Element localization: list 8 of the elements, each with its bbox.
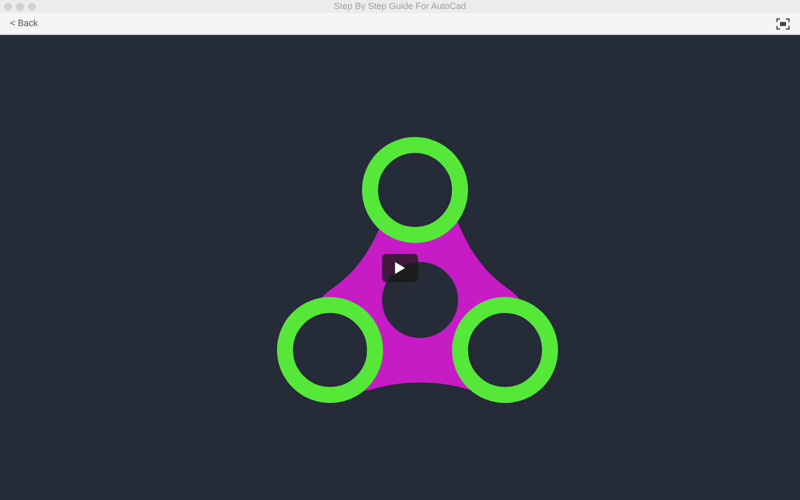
back-button[interactable]: < Back — [10, 16, 38, 30]
zoom-window-icon[interactable] — [28, 2, 36, 10]
play-icon — [395, 262, 405, 274]
minimize-window-icon[interactable] — [16, 2, 24, 10]
close-window-icon[interactable] — [4, 2, 12, 10]
play-button[interactable] — [382, 254, 418, 282]
window-title: Step By Step Guide For AutoCad — [334, 0, 466, 13]
fullscreen-icon[interactable] — [776, 18, 790, 30]
